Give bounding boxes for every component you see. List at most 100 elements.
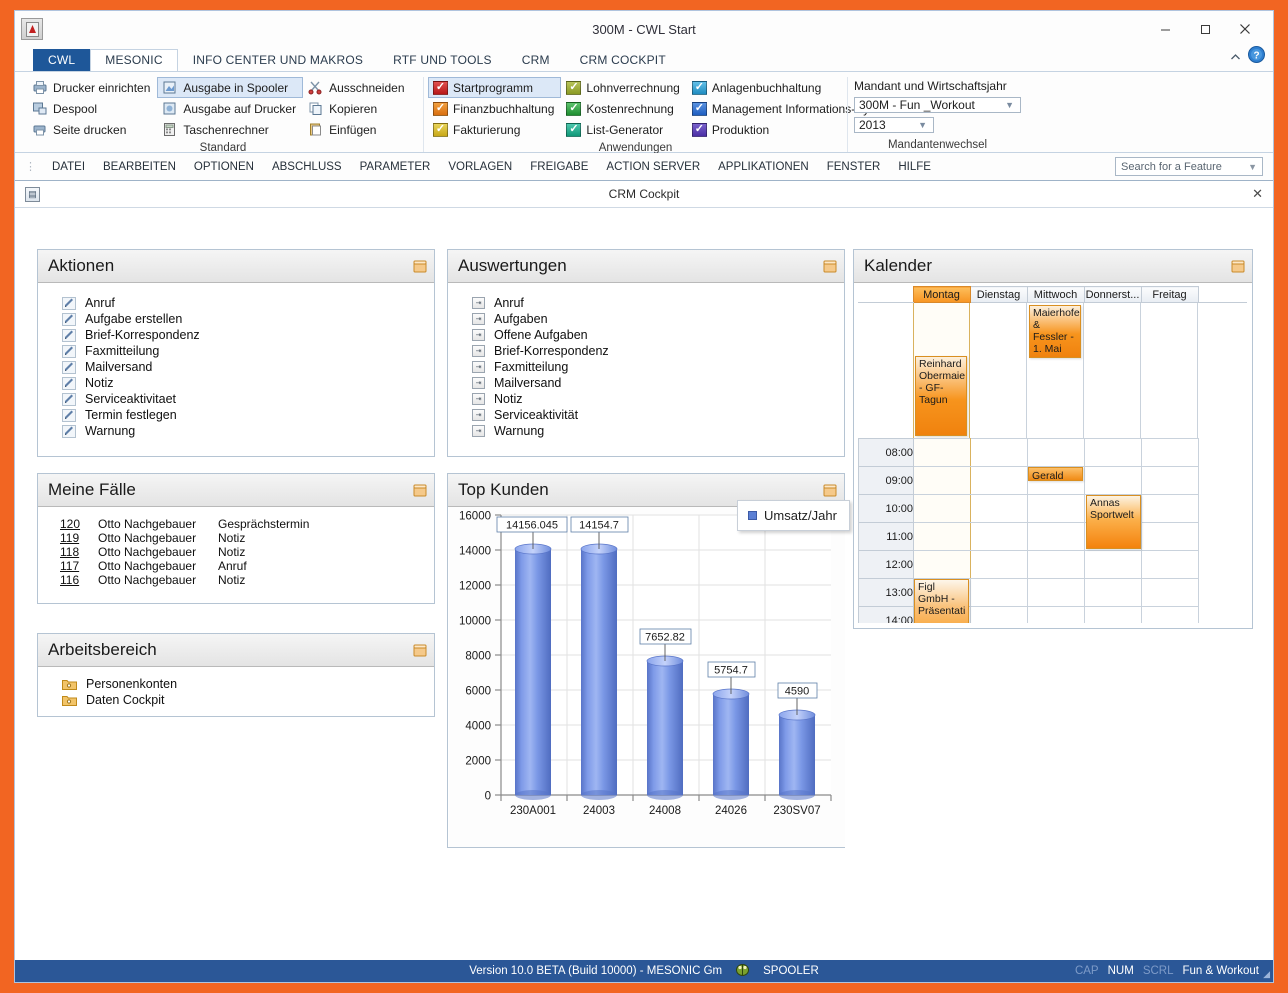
action-termin-festlegen[interactable]: Termin festlegen bbox=[62, 407, 422, 423]
calendar-day-donnerstag[interactable]: Donnerst... bbox=[1084, 287, 1141, 303]
tab-cwl[interactable]: CWL bbox=[33, 49, 90, 71]
action-mailversand[interactable]: Mailversand bbox=[62, 359, 422, 375]
calendar-event-annas-sportwelt[interactable]: Annas Sportwelt bbox=[1086, 495, 1141, 549]
report-faxmitteilung[interactable]: ⇥ Faxmitteilung bbox=[472, 359, 832, 375]
calendar-slot[interactable] bbox=[914, 551, 971, 579]
calendar-slot[interactable] bbox=[914, 523, 971, 551]
calendar-slot[interactable] bbox=[914, 467, 971, 495]
menu-fenster[interactable]: FENSTER bbox=[818, 157, 890, 177]
calendar-slot[interactable] bbox=[914, 439, 971, 467]
calendar-slot[interactable] bbox=[971, 467, 1028, 495]
report-mailversand[interactable]: ⇥ Mailversand bbox=[472, 375, 832, 391]
calendar-slot[interactable] bbox=[1028, 439, 1085, 467]
action-aufgabe-erstellen[interactable]: Aufgabe erstellen bbox=[62, 311, 422, 327]
button-kopieren[interactable]: Kopieren bbox=[303, 98, 411, 119]
menu-applikationen[interactable]: APPLIKATIONEN bbox=[709, 157, 818, 177]
menu-optionen[interactable]: OPTIONEN bbox=[185, 157, 263, 177]
search-input[interactable]: Search for a Feature ▼ bbox=[1115, 157, 1263, 176]
pin-icon[interactable] bbox=[822, 483, 838, 498]
pin-icon[interactable] bbox=[822, 259, 838, 274]
calendar-slot[interactable] bbox=[1028, 579, 1085, 607]
resize-grip-icon[interactable]: ◢ bbox=[1263, 969, 1270, 980]
button-ausschneiden[interactable]: Ausschneiden bbox=[303, 77, 411, 98]
pin-icon[interactable] bbox=[412, 483, 428, 498]
button-finanzbuchhaltung[interactable]: ✓ Finanzbuchhaltung bbox=[428, 98, 561, 119]
report-notiz[interactable]: ⇥ Notiz bbox=[472, 391, 832, 407]
client-dropdown[interactable]: 300M - Fun _Workout ▼ bbox=[854, 97, 1021, 113]
button-drucker-einrichten[interactable]: Drucker einrichten bbox=[27, 77, 157, 98]
calendar-day-dienstag[interactable]: Dienstag bbox=[970, 287, 1027, 303]
table-row[interactable]: 120 Otto Nachgebauer Gesprächstermin bbox=[60, 517, 422, 531]
calendar-event-figl-gmbh[interactable]: Figl GmbH - Präsentati bbox=[914, 579, 969, 623]
calendar-event-maierhofer[interactable]: Maierhofe & Fessler - 1. Mai bbox=[1029, 305, 1081, 358]
button-lohnverrechnung[interactable]: ✓ Lohnverrechnung bbox=[561, 77, 686, 98]
action-brief-korrespondenz[interactable]: Brief-Korrespondenz bbox=[62, 327, 422, 343]
calendar-slot[interactable] bbox=[1142, 551, 1199, 579]
status-spooler[interactable]: SPOOLER bbox=[763, 965, 819, 977]
report-brief-korrespondenz[interactable]: ⇥ Brief-Korrespondenz bbox=[472, 343, 832, 359]
tab-crm[interactable]: CRM bbox=[507, 49, 565, 71]
button-list-generator[interactable]: ✓ List-Generator bbox=[561, 119, 686, 140]
button-kostenrechnung[interactable]: ✓ Kostenrechnung bbox=[561, 98, 686, 119]
menu-parameter[interactable]: PARAMETER bbox=[351, 157, 440, 177]
calendar-event-reinhard-obermaier[interactable]: Reinhard Obermaie - GF-Tagun bbox=[915, 356, 967, 436]
button-seite-drucken[interactable]: Seite drucken bbox=[27, 119, 157, 140]
button-startprogramm[interactable]: ✓ Startprogramm bbox=[428, 77, 561, 98]
calendar-slot[interactable] bbox=[971, 579, 1028, 607]
button-despool[interactable]: Despool bbox=[27, 98, 157, 119]
button-einfuegen[interactable]: Einfügen bbox=[303, 119, 411, 140]
calendar-day-montag[interactable]: Montag bbox=[913, 287, 970, 303]
calendar-slot[interactable] bbox=[1085, 467, 1142, 495]
case-id-link[interactable]: 116 bbox=[60, 573, 98, 587]
workspace-personenkonten[interactable]: Personenkonten bbox=[62, 676, 422, 692]
pin-icon[interactable] bbox=[412, 259, 428, 274]
calendar-day-mittwoch[interactable]: Mittwoch bbox=[1027, 287, 1084, 303]
calendar-event-gerald[interactable]: Gerald bbox=[1028, 467, 1083, 481]
case-id-link[interactable]: 117 bbox=[60, 559, 98, 573]
table-row[interactable]: 119 Otto Nachgebauer Notiz bbox=[60, 531, 422, 545]
table-row[interactable]: 116 Otto Nachgebauer Notiz bbox=[60, 573, 422, 587]
report-aufgaben[interactable]: ⇥ Aufgaben bbox=[472, 311, 832, 327]
calendar-slot[interactable] bbox=[971, 495, 1028, 523]
tab-mesonic[interactable]: MESONIC bbox=[90, 49, 177, 71]
button-ausgabe-in-spooler[interactable]: Ausgabe in Spooler bbox=[157, 77, 303, 98]
case-id-link[interactable]: 120 bbox=[60, 517, 98, 531]
calendar-slot[interactable] bbox=[971, 523, 1028, 551]
calendar-slot[interactable] bbox=[1142, 467, 1199, 495]
table-row[interactable]: 117 Otto Nachgebauer Anruf bbox=[60, 559, 422, 573]
workspace-daten-cockpit[interactable]: Daten Cockpit bbox=[62, 692, 422, 708]
action-anruf[interactable]: Anruf bbox=[62, 295, 422, 311]
report-serviceaktivitaet[interactable]: ⇥ Serviceaktivität bbox=[472, 407, 832, 423]
calendar-slot[interactable] bbox=[971, 551, 1028, 579]
button-taschenrechner[interactable]: Taschenrechner bbox=[157, 119, 303, 140]
calendar-slot[interactable] bbox=[1028, 607, 1085, 624]
tab-crm-cockpit[interactable]: CRM COCKPIT bbox=[565, 49, 681, 71]
menu-abschluss[interactable]: ABSCHLUSS bbox=[263, 157, 351, 177]
button-ausgabe-auf-drucker[interactable]: Ausgabe auf Drucker bbox=[157, 98, 303, 119]
calendar-slot[interactable] bbox=[1085, 439, 1142, 467]
table-row[interactable]: 118 Otto Nachgebauer Notiz bbox=[60, 545, 422, 559]
calendar-slot[interactable] bbox=[1085, 551, 1142, 579]
tab-info-center-und-makros[interactable]: INFO CENTER UND MAKROS bbox=[178, 49, 378, 71]
calendar-slot[interactable] bbox=[1142, 495, 1199, 523]
report-anruf[interactable]: ⇥ Anruf bbox=[472, 295, 832, 311]
action-faxmitteilung[interactable]: Faxmitteilung bbox=[62, 343, 422, 359]
help-button[interactable]: ? bbox=[1248, 46, 1265, 68]
calendar-slot[interactable] bbox=[1142, 439, 1199, 467]
calendar-slot[interactable] bbox=[914, 495, 971, 523]
action-warnung[interactable]: Warnung bbox=[62, 423, 422, 439]
calendar-slot[interactable] bbox=[971, 439, 1028, 467]
menu-hilfe[interactable]: HILFE bbox=[889, 157, 940, 177]
calendar-slot[interactable] bbox=[1085, 607, 1142, 624]
menu-vorlagen[interactable]: VORLAGEN bbox=[439, 157, 521, 177]
calendar-slot[interactable] bbox=[1028, 495, 1085, 523]
calendar-slot[interactable] bbox=[1142, 523, 1199, 551]
calendar-slot[interactable] bbox=[1028, 523, 1085, 551]
tab-rtf-und-tools[interactable]: RTF UND TOOLS bbox=[378, 49, 507, 71]
menu-freigabe[interactable]: FREIGABE bbox=[521, 157, 597, 177]
case-id-link[interactable]: 119 bbox=[60, 531, 98, 545]
action-notiz[interactable]: Notiz bbox=[62, 375, 422, 391]
calendar-slot[interactable] bbox=[1142, 607, 1199, 624]
calendar-slot[interactable] bbox=[1142, 579, 1199, 607]
report-warnung[interactable]: ⇥ Warnung bbox=[472, 423, 832, 439]
